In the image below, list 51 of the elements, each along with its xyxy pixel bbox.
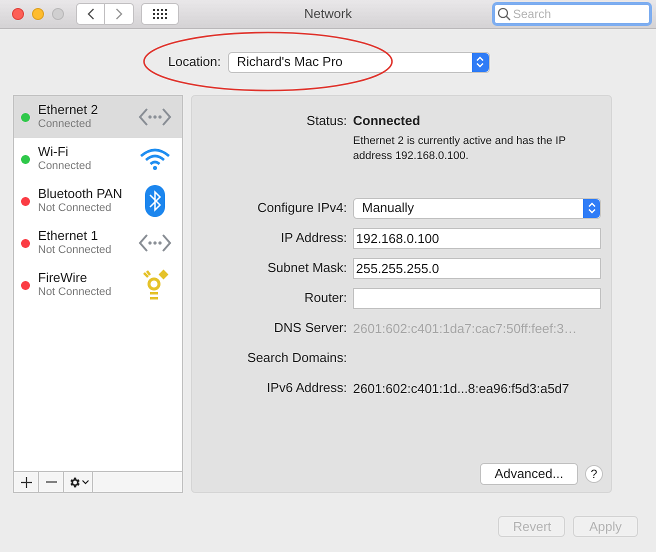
service-name: Bluetooth PAN <box>38 187 122 201</box>
service-status: Connected <box>38 159 92 173</box>
service-status: Not Connected <box>38 285 112 299</box>
service-name: Ethernet 2 <box>38 103 98 117</box>
input-field[interactable]: 192.168.0.100 <box>353 228 601 248</box>
service-status: Not Connected <box>38 201 112 215</box>
service-name: Ethernet 1 <box>38 229 99 243</box>
close-button[interactable] <box>12 8 24 20</box>
chevron-left-icon <box>86 8 94 20</box>
firewire-icon <box>141 269 169 301</box>
service-item[interactable]: Ethernet 2 Connected <box>14 96 182 138</box>
status-description: Ethernet 2 is currently active and has the IP address 192.168.0.100. <box>353 134 567 164</box>
service-name: Wi-Fi <box>38 145 70 159</box>
minus-icon <box>46 481 56 483</box>
advanced-button[interactable]: Advanced... <box>480 463 578 485</box>
search-field[interactable]: Search <box>492 2 652 26</box>
service-name: FireWire <box>38 271 88 285</box>
field-label: Router: <box>303 289 347 308</box>
field-label: Subnet Mask: <box>266 259 347 278</box>
service-status: Connected <box>38 117 92 131</box>
window-title: Network <box>304 5 352 24</box>
stepper-icon <box>472 52 489 72</box>
field-label: IPv6 Address: <box>266 379 347 398</box>
bluetooth-icon <box>145 185 165 217</box>
field-label: Search Domains: <box>246 349 347 368</box>
ethernet-icon <box>138 232 172 254</box>
status-label: Status: <box>306 112 347 130</box>
back-button[interactable] <box>76 3 105 25</box>
chevron-right-icon <box>115 8 123 20</box>
field-label: Configure IPv4: <box>256 199 347 218</box>
status-value: Connected <box>353 112 422 130</box>
search-icon <box>497 7 511 21</box>
gear-icon <box>68 476 80 488</box>
wifi-icon <box>139 147 171 171</box>
plus-icon <box>20 476 32 488</box>
field-label: DNS Server: <box>273 319 347 338</box>
show-all-button[interactable] <box>141 3 179 25</box>
field-value: 2601:602:c401:1d...8:ea96:f5d3:a5d7 <box>353 380 570 398</box>
field-value: 2601:602:c401:1da7:cac7:50ff:feef:3… <box>353 320 578 338</box>
grid-icon <box>153 8 167 20</box>
location-label: Location: <box>168 53 221 72</box>
service-status: Not Connected <box>38 243 112 257</box>
input-field[interactable]: 255.255.255.0 <box>353 258 601 278</box>
location-dropdown[interactable]: Richard's Mac Pro <box>228 52 490 72</box>
configure-dropdown[interactable]: Manually <box>353 198 601 218</box>
help-button[interactable]: ? <box>585 465 603 483</box>
stepper-icon <box>583 198 600 218</box>
input-field[interactable] <box>353 288 601 308</box>
chevron-down-icon <box>82 480 88 484</box>
ethernet-icon <box>138 106 172 128</box>
field-label: IP Address: <box>280 229 347 248</box>
